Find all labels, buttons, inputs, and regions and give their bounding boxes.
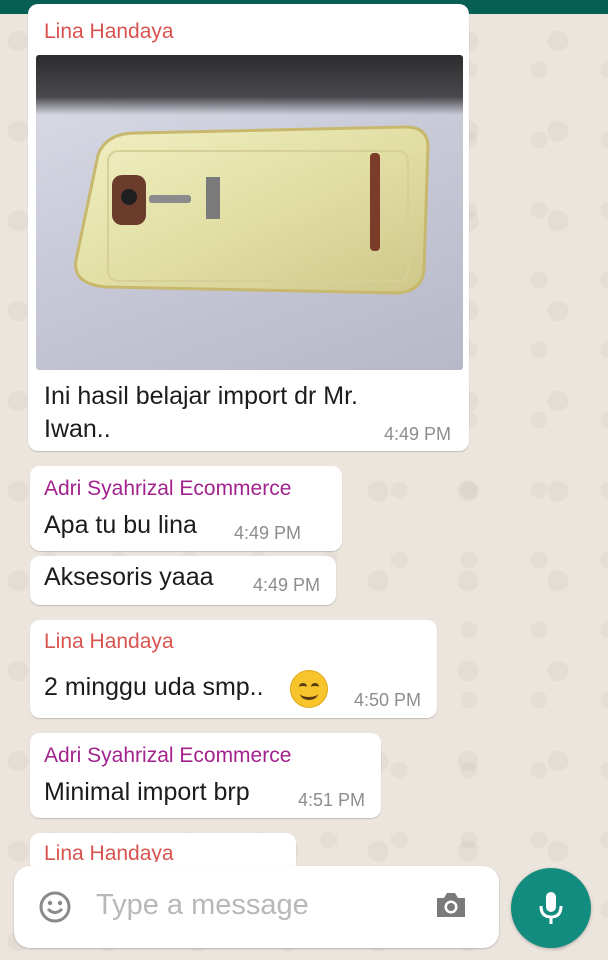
chat-area[interactable]: Lina Handaya Ini hasil belajar import dr… bbox=[0, 0, 608, 960]
sender-name: Adri Syahrizal Ecommerce bbox=[44, 477, 292, 500]
mic-icon bbox=[539, 892, 563, 924]
message-time: 4:49 PM bbox=[384, 424, 452, 444]
message-image[interactable] bbox=[36, 55, 463, 370]
message-text: 2 minggu uda smp.. bbox=[44, 673, 264, 701]
phone-case-image bbox=[74, 125, 430, 295]
sender-name: Lina Handaya bbox=[44, 842, 174, 862]
message-time: 4:49 PM bbox=[234, 523, 302, 543]
message-time: 4:50 PM bbox=[354, 690, 422, 710]
message-text: Aksesoris yaaa bbox=[44, 563, 214, 591]
message-text: Ini hasil belajar import dr Mr. bbox=[44, 382, 359, 410]
message-time: 4:51 PM bbox=[298, 790, 366, 810]
message-text: Iwan.. bbox=[44, 415, 111, 443]
sender-name: Lina Handaya bbox=[44, 630, 174, 653]
message-text: Apa tu bu lina bbox=[44, 511, 197, 539]
message-input-placeholder[interactable]: Type a message bbox=[96, 889, 309, 922]
smiling-face-emoji bbox=[290, 670, 328, 708]
sender-name: Lina Handaya bbox=[44, 20, 174, 43]
emoji-icon[interactable] bbox=[38, 890, 72, 924]
message-time: 4:49 PM bbox=[253, 575, 321, 595]
voice-message-button[interactable] bbox=[511, 868, 591, 948]
message-text: Minimal import brp bbox=[44, 778, 250, 806]
sender-name: Adri Syahrizal Ecommerce bbox=[44, 744, 292, 767]
camera-icon[interactable] bbox=[434, 889, 468, 921]
